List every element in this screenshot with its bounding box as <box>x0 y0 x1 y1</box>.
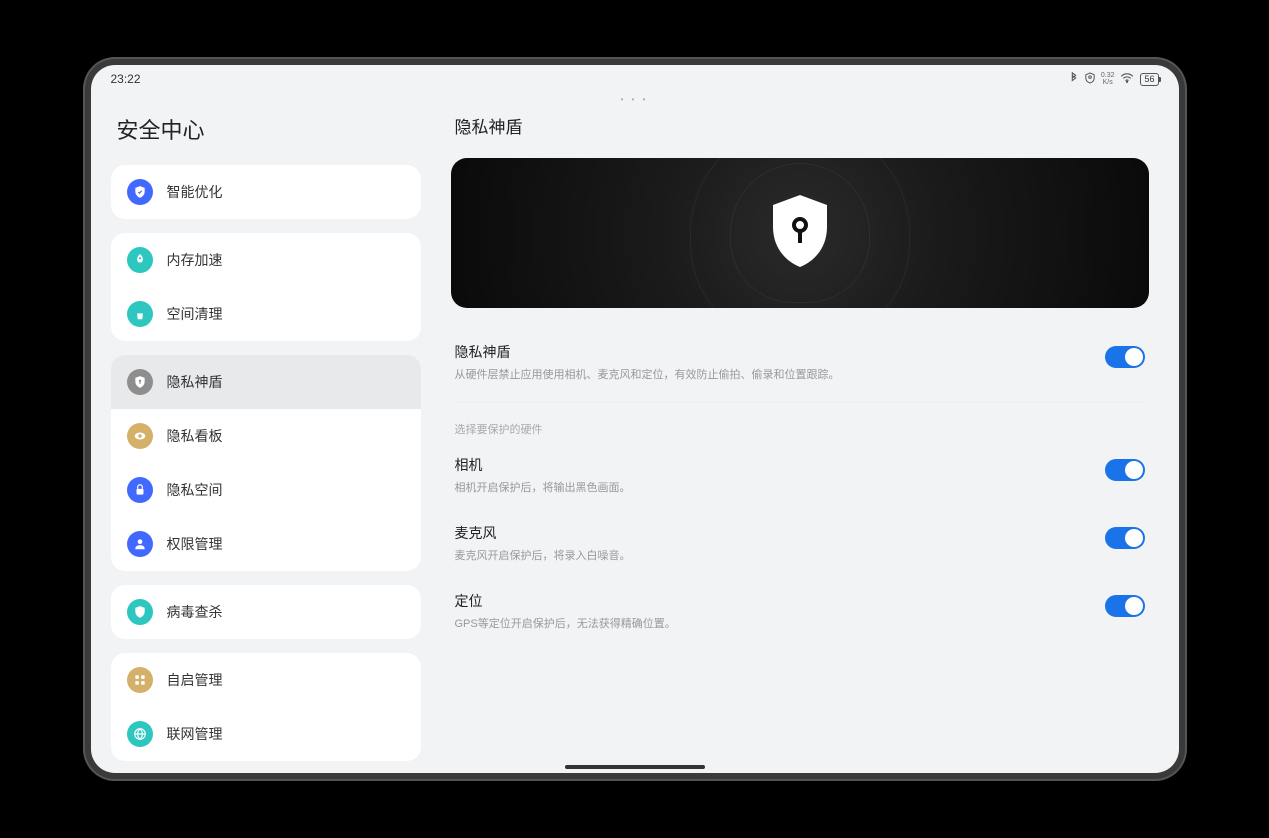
sidebar: 安全中心 智能优化内存加速空间清理隐私神盾隐私看板隐私空间权限管理病毒查杀自启管… <box>91 93 441 773</box>
option-title: 麦克风 <box>455 523 1085 543</box>
sidebar-item-label: 空间清理 <box>167 304 223 324</box>
shield-status-icon <box>1085 72 1095 87</box>
rocket-icon <box>127 247 153 273</box>
sidebar-item-virus[interactable]: 病毒查杀 <box>111 585 421 639</box>
sidebar-item-label: 病毒查杀 <box>167 602 223 622</box>
master-toggle[interactable] <box>1105 346 1145 368</box>
main-panel: 隐私神盾 隐私神盾 从硬件层禁止应用使用相机、麦克风和定位，有效 <box>441 93 1179 773</box>
apps-icon <box>127 667 153 693</box>
option-title: 定位 <box>455 591 1085 611</box>
wifi-icon <box>1120 73 1134 86</box>
sidebar-item-optimize[interactable]: 智能优化 <box>111 165 421 219</box>
sidebar-item-storage[interactable]: 空间清理 <box>111 287 421 341</box>
sidebar-item-permissions[interactable]: 权限管理 <box>111 517 421 571</box>
sidebar-item-label: 隐私看板 <box>167 426 223 446</box>
sidebar-item-privacy-shield[interactable]: 隐私神盾 <box>111 355 421 409</box>
divider <box>455 402 1145 403</box>
sidebar-item-label: 隐私神盾 <box>167 372 223 392</box>
master-toggle-row: 隐私神盾 从硬件层禁止应用使用相机、麦克风和定位，有效防止偷拍、偷录和位置跟踪。 <box>451 328 1149 396</box>
clock: 23:22 <box>111 72 141 86</box>
toggle-location[interactable] <box>1105 595 1145 617</box>
status-indicators: 0.32 K/s 56 <box>1069 72 1159 87</box>
sidebar-item-network[interactable]: 联网管理 <box>111 707 421 761</box>
option-title: 相机 <box>455 455 1085 475</box>
person-icon <box>127 531 153 557</box>
shield-virus-icon <box>127 599 153 625</box>
sidebar-item-label: 内存加速 <box>167 250 223 270</box>
lock-icon <box>127 477 153 503</box>
handle-dots: • • • <box>621 95 649 104</box>
option-desc: GPS等定位开启保护后，无法获得精确位置。 <box>455 615 1085 631</box>
shield-icon <box>765 191 835 276</box>
sidebar-item-privacy-board[interactable]: 隐私看板 <box>111 409 421 463</box>
sidebar-item-autostart[interactable]: 自启管理 <box>111 653 421 707</box>
sidebar-item-label: 联网管理 <box>167 724 223 744</box>
shield-check-icon <box>127 179 153 205</box>
battery-indicator: 56 <box>1140 73 1158 86</box>
toggle-mic[interactable] <box>1105 527 1145 549</box>
sidebar-item-privacy-space[interactable]: 隐私空间 <box>111 463 421 517</box>
sidebar-item-memory[interactable]: 内存加速 <box>111 233 421 287</box>
page-title: 隐私神盾 <box>451 113 1149 138</box>
option-desc: 麦克风开启保护后，将录入白噪音。 <box>455 547 1085 563</box>
option-desc: 相机开启保护后，将输出黑色画面。 <box>455 479 1085 495</box>
tablet-frame: 23:22 0.32 K/s 56 • • • <box>85 59 1185 779</box>
master-desc: 从硬件层禁止应用使用相机、麦克风和定位，有效防止偷拍、偷录和位置跟踪。 <box>455 366 1085 382</box>
master-title: 隐私神盾 <box>455 342 1085 362</box>
bluetooth-icon <box>1069 72 1079 87</box>
section-hint: 选择要保护的硬件 <box>451 413 1149 441</box>
sidebar-item-label: 隐私空间 <box>167 480 223 500</box>
globe-icon <box>127 721 153 747</box>
sidebar-item-label: 自启管理 <box>167 670 223 690</box>
status-bar: 23:22 0.32 K/s 56 <box>91 65 1179 93</box>
option-row-mic: 麦克风麦克风开启保护后，将录入白噪音。 <box>451 509 1149 577</box>
network-speed: 0.32 K/s <box>1101 72 1115 86</box>
broom-icon <box>127 301 153 327</box>
option-row-camera: 相机相机开启保护后，将输出黑色画面。 <box>451 441 1149 509</box>
toggle-camera[interactable] <box>1105 459 1145 481</box>
privacy-banner <box>451 158 1149 308</box>
screen: 23:22 0.32 K/s 56 • • • <box>91 65 1179 773</box>
nav-handle[interactable] <box>565 765 705 769</box>
eye-icon <box>127 423 153 449</box>
shield-icon <box>127 369 153 395</box>
sidebar-item-label: 智能优化 <box>167 182 223 202</box>
sidebar-title: 安全中心 <box>111 113 421 145</box>
option-row-location: 定位 GPS等定位开启保护后，无法获得精确位置。 <box>451 577 1149 645</box>
sidebar-item-label: 权限管理 <box>167 534 223 554</box>
